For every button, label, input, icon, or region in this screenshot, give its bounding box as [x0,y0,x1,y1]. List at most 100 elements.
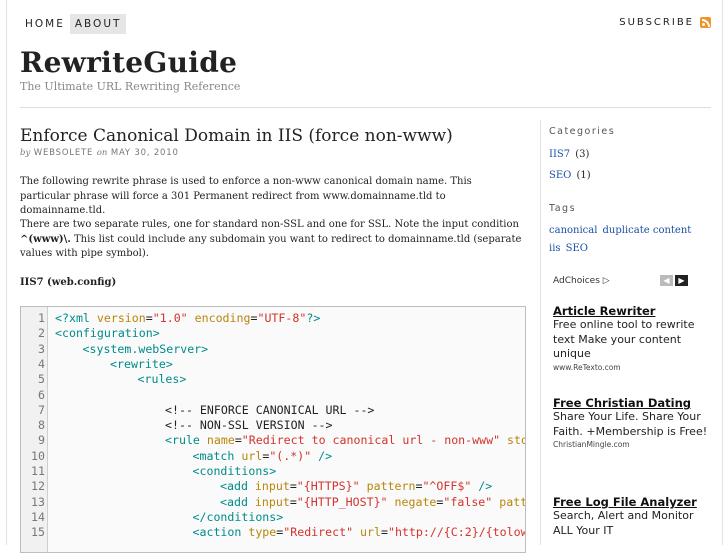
code-content: <configuration> [55,326,160,341]
tag-link-duplicate-content[interactable]: duplicate content [603,225,692,236]
site-tagline: The Ultimate URL Rewriting Reference [20,80,241,93]
code-token: <!-- ENFORCE CANONICAL URL --> [165,402,375,417]
category-link-iis7[interactable]: IIS7 [549,149,570,160]
code-token: <add [220,494,255,509]
adchoices-label[interactable]: AdChoices ▷ [553,276,610,286]
post-title: Enforce Canonical Domain in IIS (force n… [20,126,453,146]
code-token: <match [192,448,242,463]
ad-unit-3[interactable]: Free Log File Analyzer Search, Alert and… [553,495,713,538]
code-token: <add [220,479,255,494]
code-token: "false" [443,494,493,509]
code-block[interactable]: 1 <?xml version="1.0" encoding="UTF-8"?> 2… [20,306,526,553]
category-item-seo: SEO (1) [549,163,719,184]
code-token: <conditions> [192,464,277,478]
category-count-iis7: (3) [575,149,590,160]
site-title[interactable]: RewriteGuide [20,46,237,79]
ad-title-3[interactable]: Free Log File Analyzer [553,495,713,509]
code-token: patte [499,494,525,509]
tag-link-canonical[interactable]: canonical [549,225,597,236]
code-token: encoding [187,311,251,325]
nav-about-link[interactable]: ABOUT [69,14,127,34]
code-token: "Redirect" [283,525,354,540]
code-token: stop [507,433,525,448]
section-heading-text: IIS7 (web.config) [20,277,117,288]
line-number: 11 [31,464,45,478]
code-token: type [248,525,277,540]
code-line: 4 <rewrite> [21,357,525,372]
byline-by: by [20,148,31,158]
nav-home-link[interactable]: HOME [20,14,70,34]
code-line: 14 </conditions> [21,510,525,525]
line-number: 5 [38,372,45,387]
line-number: 1 [38,311,45,325]
code-token: <!-- NON-SSL VERSION --> [165,418,333,433]
code-line: 7 <!-- ENFORCE CANONICAL URL --> [21,403,525,418]
sidebar-divider [540,120,541,545]
code-content: <!-- NON-SSL VERSION --> [165,418,333,433]
code-content: <add input="{HTTPS}" pattern="^OFF$" /> [220,479,492,494]
code-token: url [241,448,263,463]
post-author[interactable]: WEBSOLETE [34,148,93,158]
code-token: <system.webServer> [82,341,209,356]
code-token: "^OFF$" [422,479,472,494]
code-content: <action type="Redirect" url="http://{C:2… [192,525,526,540]
byline-on: on [96,148,108,158]
subscribe-link[interactable]: SUBSCRIBE [619,17,711,28]
line-number: 7 [38,402,45,417]
code-token: url [353,525,381,540]
line-number: 6 [38,387,45,402]
post-date: MAY 30, 2010 [110,148,179,158]
code-token: <rewrite> [110,356,173,371]
tag-link-seo[interactable]: SEO [566,243,588,254]
categories-heading: Categories [549,126,616,137]
code-line: 6 [21,388,525,403]
ad-unit-1[interactable]: Article Rewriter Free online tool to rew… [553,304,713,373]
code-content: <?xml version="1.0" encoding="UTF-8"?> [55,311,320,326]
code-content: <rewrite> [110,357,173,372]
code-line: 8 <!-- NON-SSL VERSION --> [21,418,525,433]
code-token: = [380,525,388,540]
line-number: 15 [31,525,45,540]
ad-desc-3: Search, Alert and Monitor ALL Your IT [553,509,694,537]
code-content: <!-- ENFORCE CANONICAL URL --> [165,403,374,418]
code-token: input [254,494,290,509]
line-number: 12 [31,479,45,494]
tag-link-iis[interactable]: iis [549,243,561,254]
code-token: = [289,479,297,494]
header-divider [20,107,711,108]
category-link-seo[interactable]: SEO [549,170,571,181]
code-token: "http://{C:2}/{tolowe [387,525,526,540]
code-token: = [289,494,297,509]
code-token: "Redirect to canonical url - non-www" [241,433,501,448]
paragraph-2-text-a: There are two separate rules, one for st… [20,219,519,230]
paragraph-2-pattern: ^(www)\. [20,233,71,245]
code-token: "UTF-8" [257,311,307,325]
code-token: <?xml [55,311,97,325]
ad-next-arrow-icon[interactable]: ▶ [675,275,688,286]
code-token: = [145,311,153,325]
paragraph-2-text-c: This list could include any subdomain yo… [20,233,522,260]
ad-unit-2[interactable]: Free Christian Dating Share Your Life. S… [553,396,713,450]
code-line: 1 <?xml version="1.0" encoding="UTF-8"?> [21,311,525,326]
code-token: "1.0" [152,311,188,325]
post-paragraph-1: The following rewrite phrase is used to … [20,176,472,216]
ad-title-2[interactable]: Free Christian Dating [553,396,713,410]
code-content: <rules> [138,372,187,387]
code-token: /> [471,479,493,494]
code-token: /> [311,448,333,463]
ad-url-2[interactable]: ChristianMingle.com [553,439,713,450]
top-navigation: HOME ABOUT [20,14,127,34]
line-number: 2 [38,326,45,341]
code-token: "(.*)" [269,448,312,463]
code-token: <configuration> [55,326,160,341]
ad-url-1[interactable]: www.ReTexto.com [553,362,713,373]
code-content: <rule name="Redirect to canonical url - … [165,433,525,448]
code-token: <action [192,525,249,540]
code-line: 5 <rules> [21,372,525,387]
code-token: version [96,311,146,325]
code-line: 13 <add input="{HTTP_HOST}" negate="false… [21,495,525,510]
ad-title-1[interactable]: Article Rewriter [553,304,713,318]
ad-prev-arrow-icon[interactable]: ◀ [660,275,673,286]
categories-widget: Categories IIS7 (3) SEO (1) [549,126,719,184]
code-token: name [206,433,235,448]
